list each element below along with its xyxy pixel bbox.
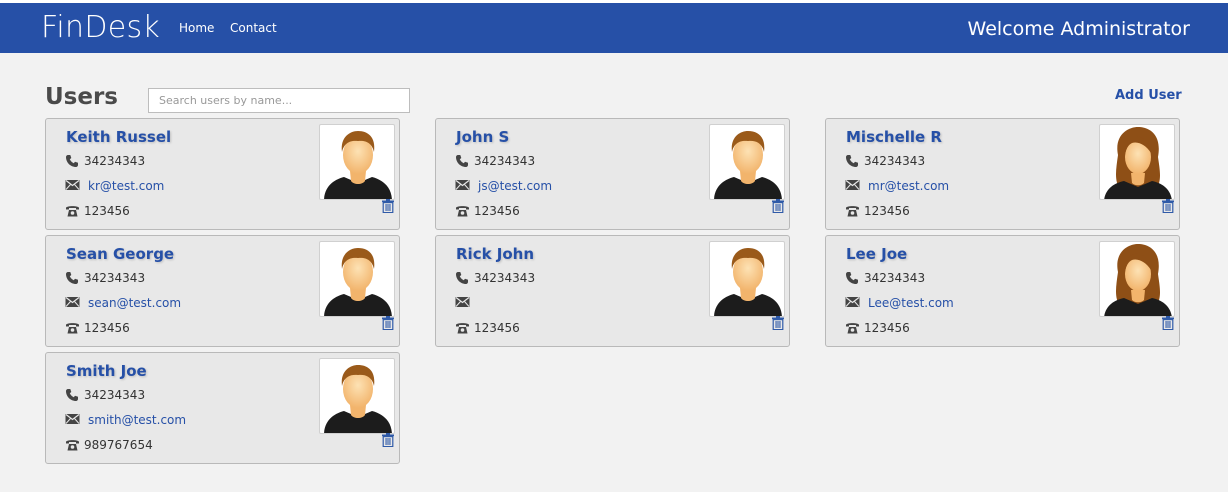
user-name[interactable]: Sean George bbox=[66, 244, 174, 264]
desk-phone-icon bbox=[65, 438, 81, 452]
search-input[interactable] bbox=[148, 88, 410, 113]
extension-number: 989767654 bbox=[84, 438, 153, 452]
phone-icon bbox=[455, 154, 471, 168]
extension-number: 123456 bbox=[474, 204, 520, 218]
envelope-icon bbox=[845, 296, 861, 310]
phone-row: 34234343 bbox=[65, 153, 145, 169]
phone-number: 34234343 bbox=[474, 154, 536, 168]
phone-row: 34234343 bbox=[845, 270, 925, 286]
extension-number: 123456 bbox=[864, 321, 910, 335]
user-card[interactable]: Sean George 34234343 sean@test.com 123456 bbox=[45, 235, 400, 347]
trash-icon[interactable] bbox=[382, 316, 394, 330]
extension-row: 123456 bbox=[65, 320, 130, 336]
email-row: smith@test.com bbox=[65, 412, 186, 428]
desk-phone-icon bbox=[845, 204, 861, 218]
trash-icon[interactable] bbox=[1162, 199, 1174, 213]
user-name[interactable]: Smith Joe bbox=[66, 361, 147, 381]
email-link[interactable]: mr@test.com bbox=[868, 179, 949, 193]
phone-number: 34234343 bbox=[84, 154, 146, 168]
user-card[interactable]: Mischelle R 34234343 mr@test.com 123456 bbox=[825, 118, 1180, 230]
user-name[interactable]: Mischelle R bbox=[846, 127, 942, 147]
male-avatar-icon bbox=[319, 241, 395, 317]
trash-icon[interactable] bbox=[1162, 316, 1174, 330]
envelope-icon bbox=[845, 179, 861, 193]
phone-row: 34234343 bbox=[65, 387, 145, 403]
user-card[interactable]: John S 34234343 js@test.com 123456 bbox=[435, 118, 790, 230]
phone-number: 34234343 bbox=[864, 154, 926, 168]
desk-phone-icon bbox=[455, 321, 471, 335]
user-name[interactable]: Lee Joe bbox=[846, 244, 907, 264]
extension-row: 123456 bbox=[455, 320, 520, 336]
envelope-icon bbox=[65, 296, 81, 310]
phone-icon bbox=[845, 154, 861, 168]
extension-number: 123456 bbox=[864, 204, 910, 218]
email-row: sean@test.com bbox=[65, 295, 181, 311]
extension-row: 989767654 bbox=[65, 437, 153, 453]
desk-phone-icon bbox=[65, 204, 81, 218]
phone-row: 34234343 bbox=[455, 270, 535, 286]
extension-row: 123456 bbox=[65, 203, 130, 219]
top-navbar: FinDesk Home Contact Welcome Administrat… bbox=[0, 3, 1228, 53]
email-row: mr@test.com bbox=[845, 178, 949, 194]
user-card[interactable]: Smith Joe 34234343 smith@test.com 989767654 bbox=[45, 352, 400, 464]
female-avatar-icon bbox=[1099, 124, 1175, 200]
welcome-message: Welcome Administrator bbox=[967, 18, 1190, 40]
extension-row: 123456 bbox=[455, 203, 520, 219]
envelope-icon bbox=[65, 179, 81, 193]
user-card[interactable]: Rick John 34234343 123456 bbox=[435, 235, 790, 347]
male-avatar-icon bbox=[319, 358, 395, 434]
user-card[interactable]: Keith Russel 34234343 kr@test.com 123456 bbox=[45, 118, 400, 230]
envelope-icon bbox=[65, 413, 81, 427]
phone-icon bbox=[65, 154, 81, 168]
phone-row: 34234343 bbox=[65, 270, 145, 286]
user-name[interactable]: Rick John bbox=[456, 244, 534, 264]
phone-icon bbox=[65, 271, 81, 285]
desk-phone-icon bbox=[455, 204, 471, 218]
extension-number: 123456 bbox=[84, 321, 130, 335]
email-link[interactable]: smith@test.com bbox=[88, 413, 186, 427]
main-content: Users Add User Keith Russel 34234343 kr@te… bbox=[0, 53, 1228, 492]
add-user-link[interactable]: Add User bbox=[1115, 88, 1182, 104]
male-avatar-icon bbox=[709, 241, 785, 317]
email-link[interactable]: js@test.com bbox=[478, 179, 552, 193]
female-avatar-icon bbox=[1099, 241, 1175, 317]
phone-icon bbox=[845, 271, 861, 285]
phone-number: 34234343 bbox=[84, 271, 146, 285]
phone-number: 34234343 bbox=[864, 271, 926, 285]
brand-logo[interactable]: FinDesk bbox=[41, 9, 160, 47]
phone-icon bbox=[65, 388, 81, 402]
email-link[interactable]: sean@test.com bbox=[88, 296, 181, 310]
trash-icon[interactable] bbox=[382, 199, 394, 213]
email-link[interactable]: kr@test.com bbox=[88, 179, 164, 193]
phone-row: 34234343 bbox=[845, 153, 925, 169]
envelope-icon bbox=[455, 296, 471, 310]
phone-number: 34234343 bbox=[84, 388, 146, 402]
user-name[interactable]: John S bbox=[456, 127, 509, 147]
email-row bbox=[455, 295, 478, 311]
extension-number: 123456 bbox=[84, 204, 130, 218]
phone-icon bbox=[455, 271, 471, 285]
user-name[interactable]: Keith Russel bbox=[66, 127, 171, 147]
extension-number: 123456 bbox=[474, 321, 520, 335]
trash-icon[interactable] bbox=[772, 199, 784, 213]
email-link[interactable]: Lee@test.com bbox=[868, 296, 954, 310]
email-row: Lee@test.com bbox=[845, 295, 954, 311]
phone-row: 34234343 bbox=[455, 153, 535, 169]
nav-home-link[interactable]: Home bbox=[179, 20, 214, 36]
email-row: js@test.com bbox=[455, 178, 552, 194]
nav-contact-link[interactable]: Contact bbox=[230, 20, 277, 36]
email-row: kr@test.com bbox=[65, 178, 164, 194]
envelope-icon bbox=[455, 179, 471, 193]
desk-phone-icon bbox=[845, 321, 861, 335]
desk-phone-icon bbox=[65, 321, 81, 335]
phone-number: 34234343 bbox=[474, 271, 536, 285]
user-card[interactable]: Lee Joe 34234343 Lee@test.com 123456 bbox=[825, 235, 1180, 347]
trash-icon[interactable] bbox=[382, 433, 394, 447]
trash-icon[interactable] bbox=[772, 316, 784, 330]
extension-row: 123456 bbox=[845, 320, 910, 336]
page-title: Users bbox=[45, 84, 118, 110]
male-avatar-icon bbox=[319, 124, 395, 200]
male-avatar-icon bbox=[709, 124, 785, 200]
extension-row: 123456 bbox=[845, 203, 910, 219]
